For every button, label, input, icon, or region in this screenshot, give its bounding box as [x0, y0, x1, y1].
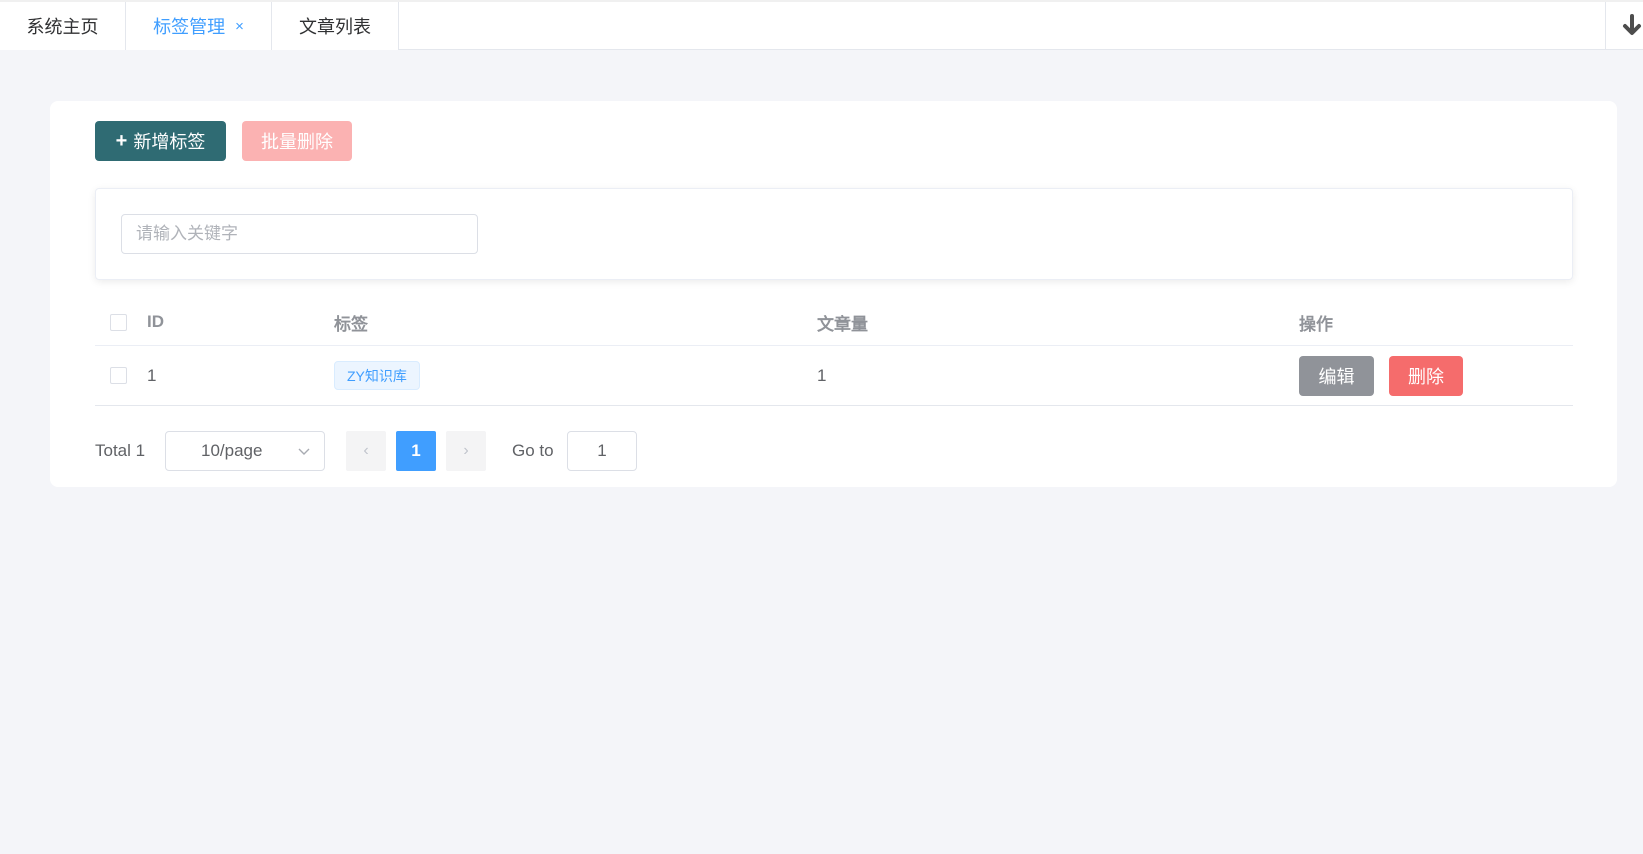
row-actions: 编辑 删除: [1299, 346, 1463, 405]
row-select-cell: [110, 346, 127, 405]
page-size-select[interactable]: 10/page: [165, 431, 325, 471]
delete-button[interactable]: 删除: [1389, 355, 1463, 396]
tab-scroll-button[interactable]: [1605, 2, 1643, 50]
column-header-id: ID: [147, 312, 164, 331]
select-all-cell: [110, 299, 127, 345]
arrow-down-icon: [1623, 14, 1641, 35]
column-header-article-count: 文章量: [817, 314, 868, 334]
tab-tag-management[interactable]: 标签管理 ×: [126, 2, 272, 50]
tab-label: 系统主页: [26, 17, 99, 37]
tab-label: 标签管理: [153, 17, 226, 37]
row-tag-cell: ZY知识库: [334, 346, 420, 405]
select-all-checkbox[interactable]: [110, 313, 127, 331]
search-input[interactable]: [121, 214, 478, 254]
page-number-current[interactable]: 1: [396, 431, 436, 471]
add-tag-label: 新增标签: [133, 132, 206, 152]
row-checkbox[interactable]: [110, 367, 127, 384]
row-id: 1: [147, 365, 157, 385]
chevron-down-icon: [298, 448, 310, 455]
tab-article-list[interactable]: 文章列表: [272, 2, 399, 50]
row-article-count: 1: [817, 365, 827, 385]
batch-delete-label: 批量删除: [261, 132, 333, 152]
tag-chip: ZY知识库: [334, 361, 420, 390]
edit-button[interactable]: 编辑: [1299, 355, 1374, 396]
search-panel: [95, 188, 1573, 280]
table-header: ID 标签 文章量 操作: [95, 299, 1573, 346]
goto-label: Go to: [512, 441, 554, 460]
column-header-tag: 标签: [334, 314, 368, 334]
tab-label: 文章列表: [299, 17, 371, 37]
page-size-value: 10/page: [201, 441, 263, 460]
goto-page-input[interactable]: [567, 431, 637, 471]
tab-bar: 系统主页 标签管理 × 文章列表: [0, 0, 1643, 50]
tab-home[interactable]: 系统主页: [0, 2, 126, 50]
prev-page-button[interactable]: ‹: [346, 431, 386, 471]
tag-management-card: + 新增标签 批量删除 ID 标签 文章量 操作 1 ZY知识库 1: [50, 101, 1617, 487]
next-page-button[interactable]: ›: [446, 431, 486, 471]
table-row: 1 ZY知识库 1 编辑 删除: [95, 346, 1573, 406]
add-tag-button[interactable]: + 新增标签: [95, 121, 226, 161]
column-header-actions: 操作: [1299, 314, 1333, 334]
pagination-total: Total 1: [95, 441, 146, 460]
pagination: Total 1 10/page ‹ 1 › Go to: [95, 431, 895, 471]
close-icon[interactable]: ×: [235, 18, 244, 35]
batch-delete-button[interactable]: 批量删除: [242, 121, 352, 161]
tag-table: ID 标签 文章量 操作 1 ZY知识库 1 编辑 删除: [95, 299, 1573, 406]
plus-icon: +: [115, 129, 128, 152]
